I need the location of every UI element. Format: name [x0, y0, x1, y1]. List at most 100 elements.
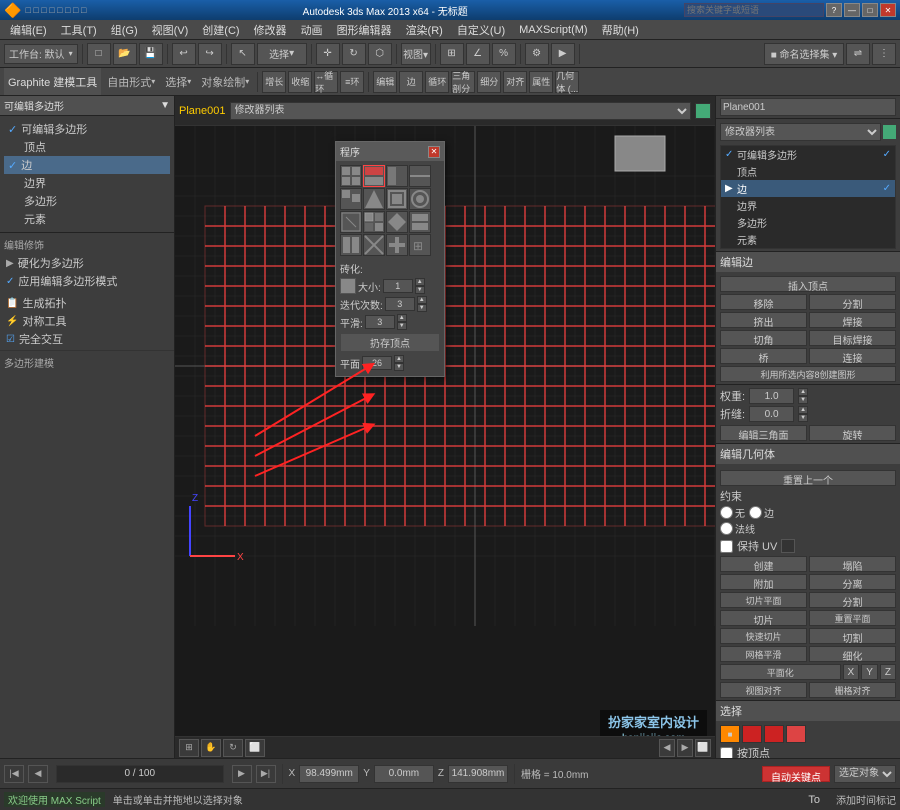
pattern-cell-6[interactable] [363, 188, 385, 210]
vp-icon3[interactable]: ⬜ [695, 739, 711, 757]
pattern-cell-9[interactable] [340, 211, 362, 233]
quick-slice-btn[interactable]: 快速切片 [720, 628, 807, 644]
select-color2[interactable] [742, 725, 762, 743]
reference-btn[interactable]: 视图▾ [401, 43, 431, 65]
edge-option[interactable]: 边 [749, 505, 774, 520]
workspace-dropdown[interactable]: 工作台: 默认 [4, 44, 78, 64]
select-color4[interactable] [786, 725, 806, 743]
full-interact-btn[interactable]: ☑ 完全交互 [4, 330, 170, 348]
pattern-cell-16[interactable]: ⊞ [409, 234, 431, 256]
grid-align-btn[interactable]: 栅格对齐 [809, 682, 896, 698]
mesh-smooth-btn[interactable]: 网格平滑 [720, 646, 807, 662]
preserve-uv-checkbox[interactable] [720, 540, 733, 553]
ring-toolbar[interactable]: ≡环 [340, 71, 364, 93]
x-coord-input[interactable] [299, 765, 359, 783]
attach-btn[interactable]: 附加 [720, 574, 807, 590]
help-btn[interactable]: ? [826, 3, 842, 17]
face-radio[interactable] [720, 522, 733, 535]
menu-item-customize[interactable]: 自定义(U) [451, 20, 511, 40]
weld-btn[interactable]: 焊接 [809, 312, 896, 328]
repeat-btn[interactable]: 重置上一个 [720, 470, 896, 486]
pattern-cell-1[interactable] [340, 165, 362, 187]
slice-plane-btn[interactable]: 切片平面 [720, 592, 807, 608]
pattern-cell-13[interactable] [340, 234, 362, 256]
create-geo-btn[interactable]: 创建 [720, 556, 807, 572]
auto-key-btn[interactable]: 自动关键点 [762, 766, 830, 782]
rotate-tri-btn[interactable]: 旋转 [809, 425, 896, 441]
select-color1[interactable]: ■ [720, 725, 740, 743]
pattern-cell-5[interactable] [340, 188, 362, 210]
element-list-item[interactable]: 元素 [721, 231, 895, 248]
pattern-cell-11[interactable] [386, 211, 408, 233]
time-back-btn[interactable]: ◀ [28, 765, 48, 783]
border-list-item[interactable]: 边界 [721, 197, 895, 214]
create-shape-btn[interactable]: 利用所选内容8创建图形 [720, 366, 896, 382]
pattern-cell-14[interactable] [363, 234, 385, 256]
shrink-toolbar[interactable]: 收缩 [288, 71, 312, 93]
vp-zoom-btn[interactable]: ⊞ [179, 739, 199, 757]
editable-poly-item[interactable]: ✓ 可编辑多边形 [4, 120, 170, 138]
time-next-btn[interactable]: ▶| [256, 765, 276, 783]
pattern-cell-12[interactable] [409, 211, 431, 233]
y-coord-input[interactable] [374, 765, 434, 783]
angle-snap-btn[interactable]: ∠ [466, 43, 490, 65]
edge-radio[interactable] [749, 506, 762, 519]
crease-input[interactable] [749, 406, 794, 422]
plane-up-btn[interactable]: ▲ [394, 355, 404, 363]
iter-up-btn[interactable]: ▲ [417, 296, 427, 304]
render-btn[interactable]: ▶ [551, 43, 575, 65]
bridge-btn[interactable]: 桥 [720, 348, 807, 364]
property-btn[interactable]: 属性 [529, 71, 553, 93]
insert-vertex-btn[interactable]: 插入顶点 [720, 276, 896, 292]
object-paint-btn[interactable]: 对象绘制 [197, 74, 253, 90]
sym-tool-btn[interactable]: ⚡ 对称工具 [4, 312, 170, 330]
scale-snap-btn[interactable]: % [492, 43, 516, 65]
snap-btn[interactable]: ⊞ [440, 43, 464, 65]
window-controls[interactable]: ? — □ ✕ [684, 3, 896, 17]
menu-item-graph-editor[interactable]: 图形编辑器 [331, 20, 398, 40]
menu-item-edit[interactable]: 编辑(E) [4, 20, 53, 40]
modifier-color-swatch[interactable] [695, 103, 711, 119]
divide-btn[interactable]: 分割 [809, 592, 896, 608]
none-option[interactable]: 无 [720, 505, 745, 520]
collapse-btn[interactable]: 塌陷 [809, 556, 896, 572]
select-color3[interactable] [764, 725, 784, 743]
x-btn[interactable]: X [843, 664, 860, 680]
pattern-cell-3[interactable] [386, 165, 408, 187]
z-btn[interactable]: Z [880, 664, 896, 680]
edge-list-item[interactable]: ▶ 边 ✓ [721, 180, 895, 197]
edge-item[interactable]: ✓ 边 [4, 156, 170, 174]
rotate-btn[interactable]: ↻ [342, 43, 366, 65]
pattern-cell-7[interactable] [386, 188, 408, 210]
size-up-btn[interactable]: ▲ [415, 278, 425, 286]
vp-orbit-btn[interactable]: ↻ [223, 739, 243, 757]
divide-edge-btn[interactable]: 分割 [809, 294, 896, 310]
menu-item-maxscript[interactable]: MAXScript(M) [513, 22, 593, 38]
scale-btn[interactable]: ⬡ [368, 43, 392, 65]
crease-down[interactable]: ▼ [798, 414, 808, 422]
y-btn[interactable]: Y [861, 664, 878, 680]
menu-item-modifier[interactable]: 修改器 [248, 20, 293, 40]
by-vertex-checkbox[interactable] [720, 747, 733, 759]
pattern-cell-2[interactable] [363, 165, 385, 187]
apply-edit-btn[interactable]: ✓ 应用编辑多边形模式 [4, 272, 170, 290]
polygon-list-item[interactable]: 多边形 [721, 214, 895, 231]
harden-btn[interactable]: ▶ 硬化为多边形 [4, 254, 170, 272]
reset-plane-btn[interactable]: 重置平面 [809, 610, 896, 626]
menu-item-tools[interactable]: 工具(T) [55, 20, 103, 40]
modifier-list-dropdown[interactable]: 修改器列表 [720, 123, 881, 141]
z-coord-input[interactable] [448, 765, 508, 783]
smooth-down-btn[interactable]: ▼ [397, 322, 407, 330]
gen-topo-btn[interactable]: 📋 生成拓扑 [4, 294, 170, 312]
menu-item-render[interactable]: 渲染(R) [400, 20, 449, 40]
subdivide-btn[interactable]: 细分 [477, 71, 501, 93]
triangle-btn[interactable]: 三角剖分 [451, 71, 475, 93]
size-icon[interactable] [340, 278, 356, 294]
plane-down-btn[interactable]: ▼ [394, 363, 404, 371]
extrude-btn[interactable]: 挤出 [720, 312, 807, 328]
time-fwd-btn[interactable]: ▶ [232, 765, 252, 783]
save-btn[interactable]: 💾 [139, 43, 163, 65]
search-input[interactable] [684, 3, 824, 17]
center-viewport[interactable]: Plane001 修改器列表 [175, 96, 715, 758]
size-down-btn[interactable]: ▼ [415, 286, 425, 294]
